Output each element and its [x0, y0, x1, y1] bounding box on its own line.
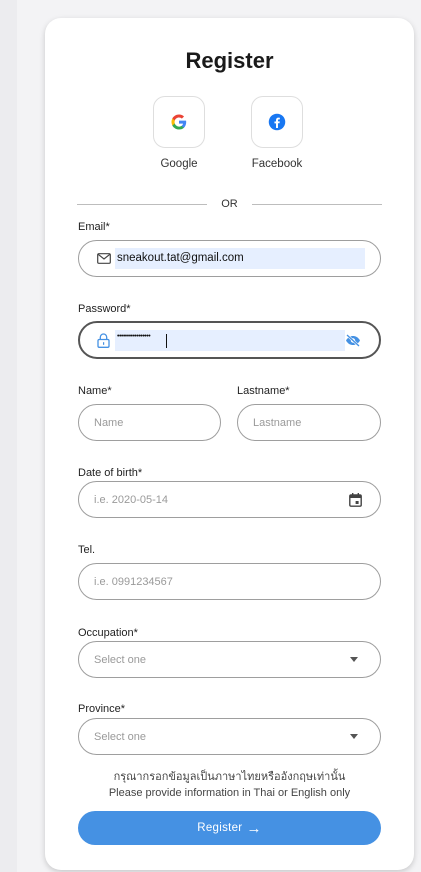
facebook-label: Facebook	[251, 158, 303, 170]
password-label: Password*	[78, 303, 131, 315]
password-value: •••••••••••••••••	[117, 333, 151, 340]
or-divider: OR	[77, 198, 382, 210]
or-text: OR	[221, 198, 238, 210]
google-icon	[171, 114, 187, 130]
dob-placeholder: i.e. 2020-05-14	[94, 493, 168, 506]
language-notice-thai: กรุณากรอกข้อมูลเป็นภาษาไทยหรืออังกฤษเท่า…	[113, 771, 346, 783]
facebook-icon	[268, 113, 286, 131]
password-field[interactable]: •••••••••••••••••	[78, 321, 381, 359]
dob-label: Date of birth*	[78, 467, 143, 479]
province-placeholder: Select one	[94, 730, 146, 743]
register-button-label: Register	[197, 822, 243, 834]
language-notice-english: Please provide information in Thai or En…	[108, 787, 351, 799]
google-login-button[interactable]: Google	[149, 96, 209, 170]
mail-icon	[97, 253, 111, 264]
page-title: Register	[185, 48, 274, 73]
email-label: Email*	[78, 221, 110, 233]
page-background-strip	[0, 0, 17, 872]
arrow-right-icon: →	[246, 819, 262, 837]
dob-field[interactable]: i.e. 2020-05-14	[78, 481, 381, 518]
province-label: Province*	[78, 703, 126, 715]
google-label: Google	[160, 158, 198, 170]
register-card: Register Google Facebook OR Email* sneak…	[45, 18, 414, 870]
chevron-down-icon	[350, 734, 358, 739]
name-label: Name*	[78, 385, 112, 397]
calendar-icon[interactable]	[349, 493, 362, 507]
eye-off-icon[interactable]	[345, 334, 361, 347]
email-field[interactable]: sneakout.tat@gmail.com	[78, 240, 381, 277]
occupation-placeholder: Select one	[94, 653, 146, 666]
province-select[interactable]: Select one	[78, 718, 381, 755]
email-value: sneakout.tat@gmail.com	[117, 252, 244, 264]
name-placeholder: Name	[94, 416, 124, 429]
google-icon-box[interactable]	[153, 96, 205, 148]
text-caret	[166, 334, 167, 348]
chevron-down-icon	[350, 657, 358, 662]
facebook-icon-box[interactable]	[251, 96, 303, 148]
tel-label: Tel.	[78, 544, 96, 556]
tel-field[interactable]: i.e. 0991234567	[78, 563, 381, 600]
name-field[interactable]: Name	[78, 404, 221, 441]
divider-line-left	[77, 203, 208, 205]
tel-placeholder: i.e. 0991234567	[94, 575, 173, 588]
divider-line-right	[251, 203, 382, 205]
register-button[interactable]: Register →	[78, 811, 381, 845]
occupation-select[interactable]: Select one	[78, 641, 381, 678]
occupation-label: Occupation*	[78, 627, 138, 639]
facebook-login-button[interactable]: Facebook	[247, 96, 307, 170]
lastname-label: Lastname*	[237, 385, 290, 397]
lock-icon	[97, 333, 110, 348]
lastname-field[interactable]: Lastname	[237, 404, 381, 441]
lastname-placeholder: Lastname	[253, 416, 302, 429]
